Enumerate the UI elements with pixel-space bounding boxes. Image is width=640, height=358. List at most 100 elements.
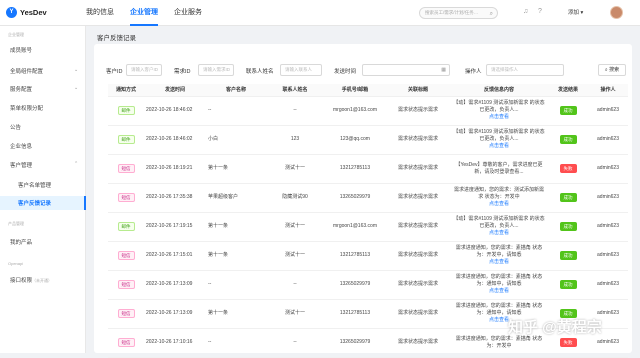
- nav-enterprise-service[interactable]: 企业服务: [174, 0, 202, 26]
- customer-id-input[interactable]: 请输入客户ID: [126, 64, 162, 76]
- status-badge: 成功: [559, 193, 577, 202]
- feedback-content: 需求进度通知，您的需求：素描角 状态为：通知中，请知悉: [455, 274, 543, 287]
- cell-customer: 第十一条: [206, 299, 266, 329]
- view-link[interactable]: 点击查看: [489, 259, 509, 265]
- bell-icon[interactable]: ♫: [523, 8, 528, 15]
- cell-operator: admin623: [588, 212, 628, 242]
- cell-operator: admin623: [588, 183, 628, 213]
- sidebar-item-menu-permission[interactable]: 菜单权限分配: [10, 104, 43, 112]
- cell-result: 成功: [548, 270, 588, 300]
- chevron-down-icon: ⌄: [74, 67, 79, 73]
- view-link[interactable]: 点击查看: [489, 230, 509, 236]
- status-badge: 成功: [559, 106, 577, 115]
- view-link[interactable]: 点击查看: [489, 288, 509, 294]
- user-menu[interactable]: 添加 ▾: [568, 8, 583, 16]
- cell-customer: 第十一条: [206, 212, 266, 242]
- notify-type-badge: 邮件: [117, 222, 135, 231]
- cell-title: 需求状态提示需求: [386, 183, 450, 213]
- cell-time: 2022-10-26 18:46:02: [144, 125, 206, 155]
- view-link[interactable]: 点击查看: [489, 201, 509, 207]
- send-time-label: 发送时间: [334, 69, 357, 75]
- logo[interactable]: Y YesDev: [6, 7, 47, 18]
- cell-customer: --: [206, 270, 266, 300]
- status-badge: 失败: [559, 164, 577, 173]
- cell-content: 需求进度通知，您的需求：素描角 状态为：通知中，请知悉 点击查看: [450, 270, 548, 300]
- table-row: 邮件 2022-10-26 18:46:02 小白 123 123@qq.com 需求状态…: [108, 125, 628, 155]
- feedback-content: 需求进度通知，您的需求：测试添加新需求 状态为：开发中: [453, 187, 544, 200]
- top-bar: Y YesDev 我的信息 企业管理 企业服务 搜索员工/需求/计划/任务… ⌕…: [0, 0, 640, 26]
- sidebar-item-components[interactable]: 全局组件配置: [10, 67, 43, 75]
- cell-contact: 测试十一: [266, 212, 324, 242]
- cell-type: 邮件: [108, 96, 144, 126]
- notify-type-badge: 短信: [117, 280, 135, 289]
- demand-id-input[interactable]: 请输入需求ID: [198, 64, 234, 76]
- table-row: 短信 2022-10-26 18:19:21 第十一条 测试十一 13212785113…: [108, 154, 628, 184]
- cell-phone: mrgoon1@163.com: [324, 96, 386, 126]
- cell-type: 短信: [108, 154, 144, 184]
- sidebar-item-my-products[interactable]: 我的产品: [10, 238, 32, 246]
- calendar-icon: ▦: [441, 67, 446, 73]
- table-row: 邮件 2022-10-26 18:46:02 -- -- mrgoon1@163.com…: [108, 96, 628, 126]
- cell-result: 成功: [548, 125, 588, 155]
- search-input[interactable]: 搜索员工/需求/计划/任务… ⌕: [419, 7, 498, 19]
- notify-type-badge: 邮件: [117, 106, 135, 115]
- cell-result: 成功: [548, 183, 588, 213]
- operator-select[interactable]: 请选择操作人: [486, 64, 564, 76]
- sidebar: 企业管理 成员账号 全局组件配置 ⌄ 服务配置 ⌄ 菜单权限分配 公告 企业信息…: [0, 26, 86, 353]
- avatar[interactable]: [610, 6, 623, 19]
- cell-time: 2022-10-26 17:13:09: [144, 299, 206, 329]
- cell-contact: 隐藏测试90: [266, 183, 324, 213]
- contact-input[interactable]: 请输入联系人: [280, 64, 322, 76]
- table-header: 通知方式 发送时间 客户名称 联系人姓名 手机号/邮箱 关联标题 反馈信息内容 …: [108, 84, 628, 97]
- cell-content: 【YesDev】尊敬的客户，需求进度已更新，请及时登录查看...: [450, 154, 548, 184]
- cell-operator: admin623: [588, 241, 628, 271]
- cell-type: 短信: [108, 183, 144, 213]
- send-time-picker[interactable]: ▦: [362, 64, 450, 76]
- col-header: 发送结果: [548, 84, 588, 97]
- cell-time: 2022-10-26 18:46:02: [144, 96, 206, 126]
- sidebar-item-customer-manage[interactable]: 客户管理: [10, 161, 32, 169]
- sidebar-item-customer-list[interactable]: 客户名单管理: [18, 181, 51, 189]
- notify-type-badge: 短信: [117, 309, 135, 318]
- help-icon[interactable]: ?: [538, 8, 542, 15]
- sidebar-item-service-config[interactable]: 服务配置: [10, 85, 32, 93]
- watermark: 知乎 @黄程宗: [508, 319, 602, 336]
- cell-phone: 13265029979: [324, 270, 386, 300]
- sidebar-item-enterprise-info[interactable]: 企业信息: [10, 142, 32, 150]
- cell-type: 短信: [108, 241, 144, 271]
- sidebar-group-enterprise: 企业管理: [8, 32, 24, 37]
- cell-title: 需求状态提示需求: [386, 241, 450, 271]
- sidebar-item-feedback-records[interactable]: 客户反馈记录: [0, 196, 86, 210]
- demand-id-label: 需求ID: [174, 69, 191, 75]
- view-link[interactable]: 点击查看: [489, 114, 509, 120]
- view-link[interactable]: 点击查看: [489, 317, 509, 323]
- cell-time: 2022-10-26 18:19:21: [144, 154, 206, 184]
- status-badge: 失败: [559, 338, 577, 347]
- cell-customer: 第十一条: [206, 154, 266, 184]
- cell-title: 需求状态提示需求: [386, 299, 450, 329]
- cell-time: 2022-10-26 17:19:15: [144, 212, 206, 242]
- sidebar-item-notice[interactable]: 公告: [10, 123, 21, 131]
- sidebar-group-openapi: Openapi: [8, 261, 24, 266]
- contact-label: 联系人姓名: [246, 69, 274, 75]
- cell-content: 需求进度通知，您的需求：测试添加新需求 状态为：开发中 点击查看: [450, 183, 548, 213]
- table-row: 短信 2022-10-26 17:15:01 第十一条 测试十一 13212785113…: [108, 241, 628, 271]
- cell-phone: 13212785113: [324, 241, 386, 271]
- cell-title: 需求状态提示需求: [386, 212, 450, 242]
- api-label: 接口权限: [10, 278, 33, 284]
- nav-my-info[interactable]: 我的信息: [86, 0, 114, 26]
- cell-type: 邮件: [108, 212, 144, 242]
- api-hint: （未开通）: [32, 278, 53, 283]
- col-header: 客户名称: [206, 84, 266, 97]
- search-button[interactable]: ⌕ 搜索: [598, 64, 626, 76]
- feedback-content: 【YesDev】尊敬的客户，需求进度已更新，请及时登录查看...: [455, 161, 543, 175]
- cell-contact: --: [266, 96, 324, 126]
- sidebar-group-product: 产品管理: [8, 221, 24, 226]
- chevron-up-icon: ⌃: [74, 161, 79, 167]
- sidebar-item-members[interactable]: 成员账号: [10, 46, 32, 54]
- view-link[interactable]: 点击查看: [489, 143, 509, 149]
- cell-contact: 测试十一: [266, 241, 324, 271]
- sidebar-item-api-permission[interactable]: 接口权限（未开通）: [10, 276, 52, 284]
- nav-enterprise-manage[interactable]: 企业管理: [130, 0, 158, 26]
- sidebar-item-label: 客户反馈记录: [18, 201, 52, 207]
